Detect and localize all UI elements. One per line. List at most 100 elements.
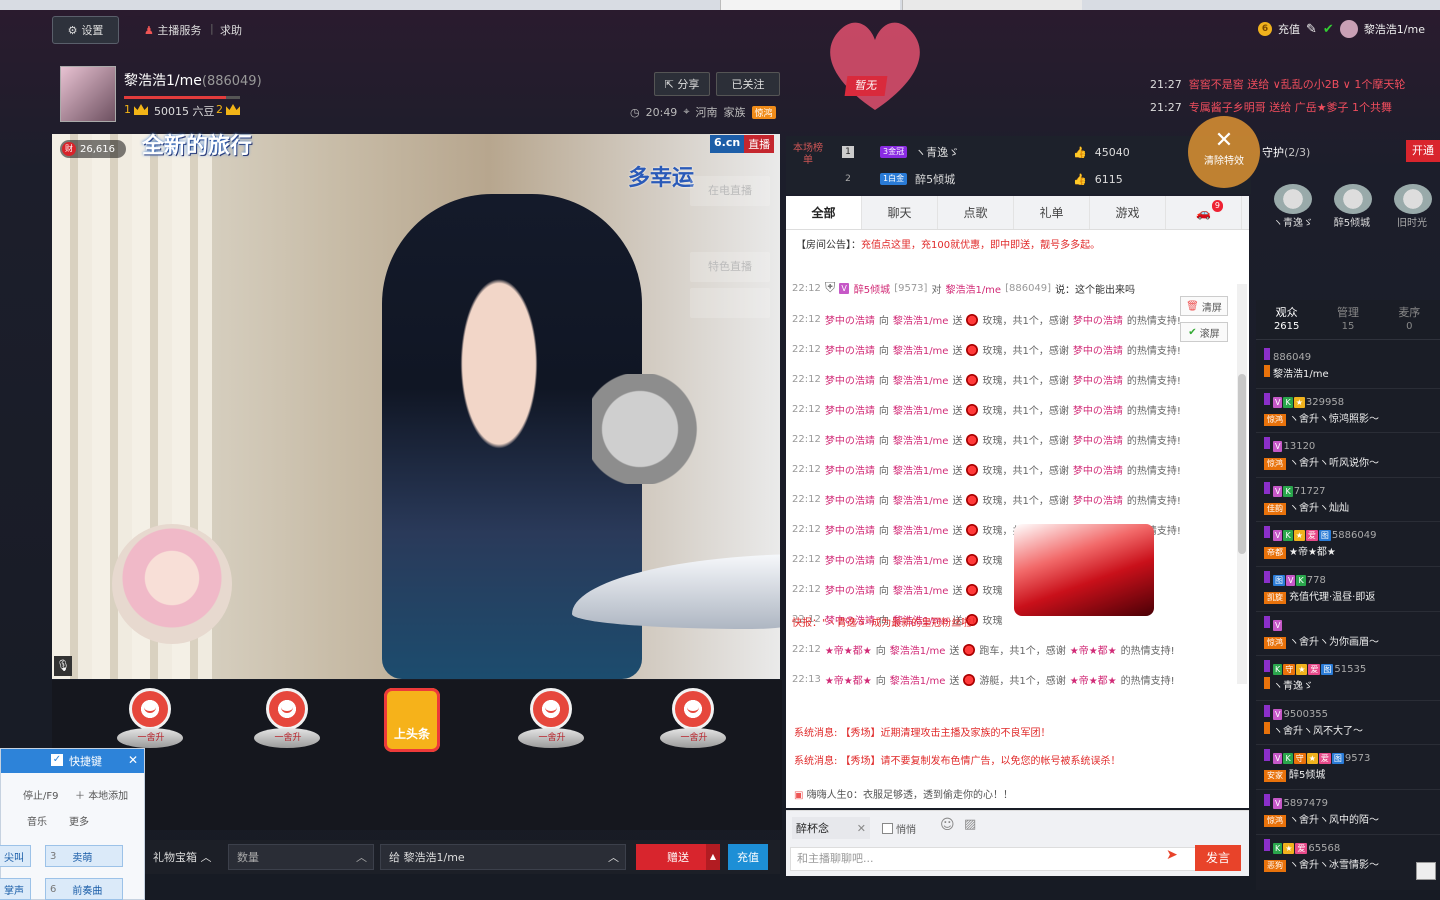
tab-song[interactable]: 点歌 <box>938 196 1014 229</box>
side-button[interactable]: 在电直播 <box>690 176 770 206</box>
viewer-name[interactable]: ヽ舍升ヽ风中的陌～ <box>1289 815 1379 826</box>
viewer-item[interactable]: V 9500355 ヽ舍升ヽ风不大了～ <box>1264 704 1363 737</box>
send-gift-button[interactable]: 赠送 ▲ <box>636 844 720 870</box>
viewer-name[interactable]: ★帝★都★ <box>1289 547 1336 558</box>
tab-audience[interactable]: 观众 2615 <box>1256 300 1317 339</box>
viewer-name[interactable]: ヽ舍升ヽ为你画眉～ <box>1289 637 1379 648</box>
settings-button[interactable]: ⚙ 设置 <box>52 16 119 44</box>
viewer-name[interactable]: ヽ舍升ヽ灿灿 <box>1289 503 1349 514</box>
viewer-name[interactable]: 充值代理·温昼·即返 <box>1289 592 1375 603</box>
msg-target[interactable]: 黎浩浩1/me <box>890 642 946 657</box>
shortcut-scream[interactable]: 尖叫 <box>0 845 31 867</box>
notice-text[interactable]: 充值点这里，充100就优惠，即中即送，靓号多多起。 <box>861 240 1100 251</box>
gift-item[interactable]: 一舍升 <box>254 688 320 756</box>
viewer-name[interactable]: ヽ舍升ヽ惊鸿照影～ <box>1289 414 1379 425</box>
notif-text[interactable]: 窖窖不是窖 送给 ∨乱乱の小2B ∨ 1个摩天轮 <box>1189 78 1406 91</box>
viewer-name[interactable]: ヽ舍升ヽ听风说你～ <box>1289 458 1379 469</box>
quantity-select[interactable]: 数量 ︿ <box>228 844 374 870</box>
add-local-button[interactable]: ＋ 本地添加 <box>75 787 128 802</box>
side-button[interactable] <box>690 288 770 318</box>
gift-box-button[interactable]: 礼物宝箱 ︿ <box>145 844 220 870</box>
msg-target[interactable]: 黎浩浩1/me <box>945 281 1001 296</box>
msg-user[interactable]: ★帝★都★ <box>825 642 872 657</box>
msg-user[interactable]: 梦中の浩靖 <box>825 462 875 477</box>
tab-all[interactable]: 全部 <box>786 196 862 229</box>
caret-up-icon[interactable]: ▲ <box>706 844 720 870</box>
tab-car[interactable]: 🚗 9 <box>1166 196 1242 229</box>
checkbox-icon[interactable]: ✓ <box>51 754 63 766</box>
anchor-service-link[interactable]: ♟ 主播服务 <box>144 22 201 38</box>
notif-text[interactable]: 专属酱子乡明哥 送给 广岳★爹子 1个共舞 <box>1189 101 1392 114</box>
help-link[interactable]: 求助 <box>220 22 242 38</box>
browser-tab[interactable] <box>902 0 1082 10</box>
tab-admin[interactable]: 管理 15 <box>1317 300 1378 339</box>
emoji-icon[interactable]: ☺ <box>940 817 955 833</box>
gift-item[interactable]: 一舍升 <box>117 688 183 756</box>
recharge-link[interactable]: 充值 <box>1278 21 1300 37</box>
mic-icon[interactable]: 🎙 <box>54 656 72 676</box>
msg-user[interactable]: 梦中の浩靖 <box>825 492 875 507</box>
headline-gift[interactable]: 上头条 <box>384 688 440 752</box>
stop-button[interactable]: 停止/F9 <box>23 787 58 802</box>
tab-more[interactable]: 更多 <box>69 813 89 828</box>
chat-target-select[interactable]: 醉杯念 ✕ <box>792 817 870 839</box>
msg-target[interactable]: 黎浩浩1/me <box>893 342 949 357</box>
shortcut-cute[interactable]: 3 卖萌 <box>45 845 123 867</box>
chat-icon[interactable] <box>1416 862 1436 880</box>
msg-target[interactable]: 黎浩浩1/me <box>893 522 949 537</box>
guard-name[interactable]: ヽ青逸ゞ <box>1263 214 1323 229</box>
msg-target[interactable]: 黎浩浩1/me <box>893 402 949 417</box>
close-icon[interactable]: ✕ <box>857 822 866 835</box>
clear-screen-button[interactable]: 🗑 清屏 <box>1180 296 1228 316</box>
viewer-item[interactable]: 图 V K 778 凯旋 充值代理·温昼·即返 <box>1264 571 1375 604</box>
thanks-user[interactable]: ★帝★都★ <box>1070 642 1117 657</box>
viewer-item[interactable]: V K 71727 佳韵 ヽ舍升ヽ灿灿 <box>1264 481 1349 515</box>
guard-name[interactable]: 醉5倾城 <box>1322 214 1382 229</box>
close-icon[interactable]: ✕ <box>128 753 138 767</box>
viewer-name[interactable]: 黎浩浩1/me <box>1273 369 1329 380</box>
shortcut-applause[interactable]: 掌声 <box>0 878 31 900</box>
viewer-name[interactable]: ヽ青逸ゞ <box>1273 681 1313 692</box>
msg-target[interactable]: 黎浩浩1/me <box>893 312 949 327</box>
side-button[interactable]: 特色直播 <box>690 252 770 282</box>
viewer-item[interactable]: V 13120 惊鸿 ヽ舍升ヽ听风说你～ <box>1264 437 1379 471</box>
msg-target[interactable]: 黎浩浩1/me <box>893 432 949 447</box>
thanks-user[interactable]: 梦中の浩靖 <box>1073 372 1123 387</box>
viewer-name[interactable]: ヽ舍升ヽ冰雪情影～ <box>1289 860 1379 871</box>
secret-checkbox[interactable]: 悄悄 <box>882 821 916 836</box>
paper-plane-icon[interactable]: ➤ <box>1166 847 1178 863</box>
thanks-user[interactable]: 梦中の浩靖 <box>1073 312 1123 327</box>
tab-music[interactable]: 音乐 <box>27 813 47 828</box>
tab-game[interactable]: 游戏 <box>1090 196 1166 229</box>
msg-user[interactable]: 梦中の浩靖 <box>825 522 875 537</box>
family-tag[interactable]: 惊鸿 <box>751 105 776 119</box>
gift-item[interactable]: 一舍升 <box>518 688 584 756</box>
viewer-item[interactable]: K ★ 爱 65568 恶狗 ヽ舍升ヽ冰雪情影～ <box>1264 838 1379 872</box>
guard-avatar[interactable] <box>1394 184 1432 214</box>
scroll-screen-button[interactable]: ✔ 滚屏 <box>1180 322 1228 342</box>
guard-avatar[interactable] <box>1274 184 1312 214</box>
thanks-user[interactable]: 梦中の浩靖 <box>1073 432 1123 447</box>
guard-name[interactable]: 旧时光 <box>1382 214 1440 229</box>
viewer-name[interactable]: 醉5倾城 <box>1289 770 1325 781</box>
msg-user[interactable]: 梦中の浩靖 <box>825 342 875 357</box>
viewer-name[interactable]: ヽ舍升ヽ风不大了～ <box>1273 726 1363 737</box>
chat-input[interactable]: 和主播聊聊吧... <box>790 847 1202 871</box>
msg-user[interactable]: 梦中の浩靖 <box>825 372 875 387</box>
msg-user[interactable]: 梦中の浩靖 <box>825 432 875 447</box>
user-avatar[interactable] <box>1339 20 1358 38</box>
msg-user[interactable]: ★帝★都★ <box>825 672 872 687</box>
share-button[interactable]: ⇱ 分享 <box>654 72 710 96</box>
anchor-avatar[interactable] <box>60 66 116 122</box>
guard-avatar[interactable] <box>1334 184 1372 214</box>
edit-icon[interactable]: ✎ <box>1306 22 1317 37</box>
msg-user[interactable]: 梦中の浩靖 <box>825 552 875 567</box>
tab-mic-queue[interactable]: 麦序 0 <box>1379 300 1440 339</box>
msg-target[interactable]: 黎浩浩1/me <box>893 372 949 387</box>
image-icon[interactable]: ▨ <box>964 817 976 832</box>
thanks-user[interactable]: 梦中の浩靖 <box>1073 402 1123 417</box>
viewer-item[interactable]: V 5897479 惊鸿 ヽ舍升ヽ风中的陌～ <box>1264 794 1379 827</box>
rank-row[interactable]: 1 3金冠 ヽ青逸ゞ 👍 45040 <box>842 144 1130 160</box>
clear-effects-button[interactable]: ✕ 清除特效 <box>1188 116 1260 188</box>
follow-button[interactable]: 已关注 <box>716 72 780 96</box>
